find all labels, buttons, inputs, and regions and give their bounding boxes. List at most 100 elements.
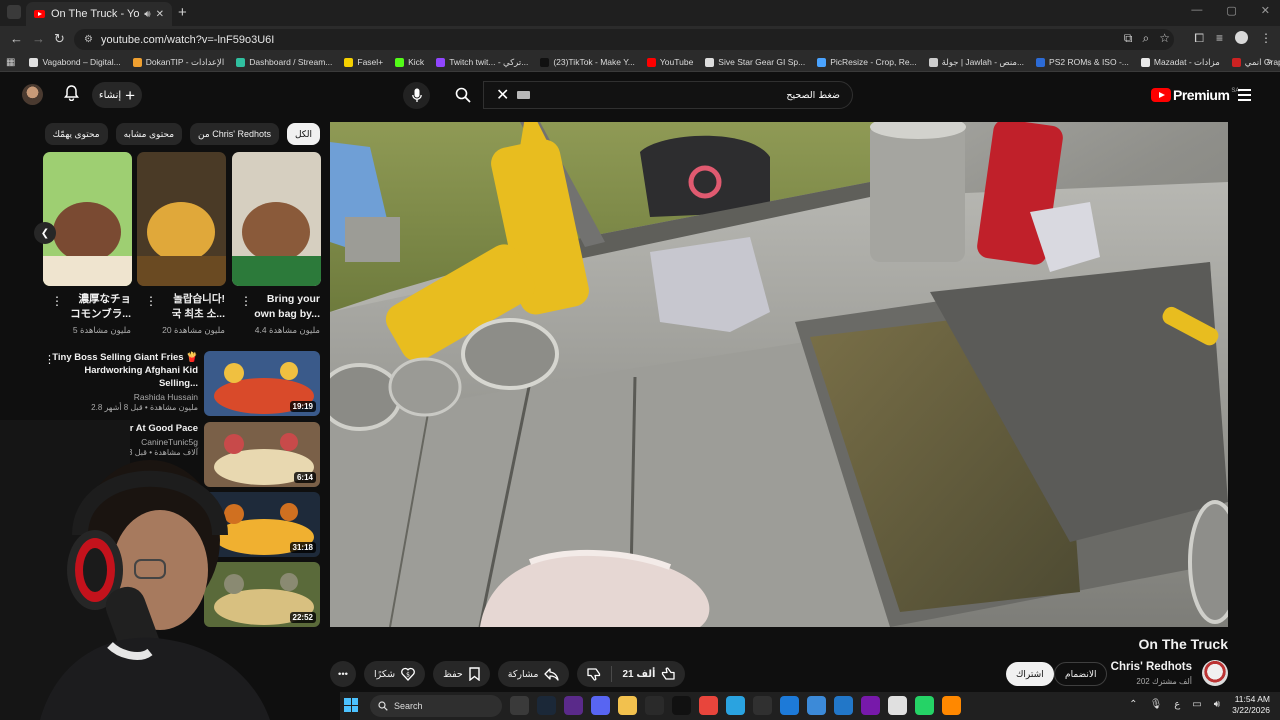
bookmark-favicon-icon [395,57,405,67]
bookmark-item[interactable]: جولة | Jawlah - منص... [928,57,1024,68]
windows-start-icon[interactable] [344,698,358,712]
bookmark-item[interactable]: (23)TikTok - Make Y... [540,57,635,67]
related-video-menu-icon[interactable]: ⋮ [44,353,55,366]
bookmark-star-icon[interactable]: ☆ [1159,31,1170,46]
vscode-icon[interactable] [834,696,853,715]
shorts-prev-button[interactable]: ❮ [34,222,56,244]
thumbs-up-icon [662,667,676,680]
filter-chip[interactable]: محتوى مشابه [115,123,183,145]
close-window-icon[interactable]: ✕ [1261,4,1270,17]
onenote-icon[interactable] [861,696,880,715]
bookmark-item[interactable]: Fasel+ [344,57,383,67]
bookmark-item[interactable]: Twitch twit... - تركي... [436,57,528,68]
short-thumbnail[interactable] [232,152,321,286]
search-button[interactable] [443,81,483,109]
related-video-channel[interactable]: Rashida Hussain [48,392,198,402]
extensions-icon[interactable]: ⧠ [1194,31,1204,46]
notifications-bell-icon[interactable] [64,85,79,105]
filter-chip[interactable]: محتوى يهمّك [44,123,108,145]
bookmarks-overflow-icon[interactable]: » [1266,56,1272,67]
media-controls-icon[interactable]: ≡ [1216,31,1223,46]
volume-icon[interactable]: 🔊︎ [1214,699,1220,710]
minimize-icon[interactable]: — [1191,4,1202,17]
channel-avatar[interactable] [1202,660,1228,686]
bookmark-item[interactable]: Dashboard / Stream... [236,57,332,67]
short-menu-icon[interactable]: ⋮ [51,294,63,308]
reload-icon[interactable]: ↻ [54,31,65,47]
tray-overflow-icon[interactable]: ⌃ [1129,699,1137,710]
keyboard-icon[interactable] [517,91,531,99]
speaker-icon[interactable]: 🔊︎ [144,9,150,20]
github-desktop-icon[interactable] [564,696,583,715]
short-menu-icon[interactable]: ⋮ [240,294,252,308]
search-input[interactable] [538,89,840,101]
task-view-icon[interactable] [510,696,529,715]
bookmark-item[interactable]: Mazadat - مزادات [1140,57,1220,68]
photos-icon[interactable] [807,696,826,715]
browser-tab-active[interactable]: On The Truck - YouTube 🔊︎ ✕ [26,2,172,26]
thanks-button[interactable]: شكرًا $ [364,661,426,687]
network-icon[interactable]: ▭ [1192,699,1201,710]
vlc-icon[interactable] [942,696,961,715]
url-bar[interactable]: ⚙︎ youtube.com/watch?v=-lnF59o3U6I [74,29,1174,50]
maximize-icon[interactable]: ▢ [1226,4,1236,17]
short-thumbnail[interactable] [137,152,226,286]
taskbar-search[interactable]: Search [370,695,502,717]
bookmark-item[interactable]: PicResize - Crop, Re... [817,57,917,67]
account-avatar[interactable] [22,84,43,105]
short-thumbnail[interactable] [43,152,132,286]
short-title[interactable]: 濃厚なチョ コモンブラ... [53,292,131,322]
bookmark-item[interactable]: DokanTIP - الإعدادات [132,57,224,68]
channel-name[interactable]: Chris' Redhots [1111,661,1192,673]
create-button[interactable]: إنشاء + [92,82,142,108]
new-tab-button[interactable]: + [178,4,187,21]
dislike-button[interactable] [577,661,611,687]
telegram-icon[interactable] [726,696,745,715]
forward-arrow-icon[interactable]: → [32,31,45,46]
guide-menu-icon[interactable] [1238,89,1251,104]
clear-search-icon[interactable]: ✕ [496,85,509,105]
youtube-premium-logo[interactable]: Premium SA [1151,87,1239,103]
bookmark-item[interactable]: YouTube [646,57,693,67]
short-title[interactable]: 놀랍습니다! 국 최초 소... [147,292,225,322]
install-app-icon[interactable]: ⧉ [1124,31,1133,46]
tab-search-button[interactable] [7,5,21,19]
video-player[interactable] [330,122,1228,627]
steam-icon[interactable] [537,696,556,715]
file-explorer-icon[interactable] [618,696,637,715]
terminal-icon[interactable] [672,696,691,715]
short-title[interactable]: Bring your own bag by... [242,292,320,322]
voice-search-button[interactable] [403,82,430,109]
filter-chip[interactable]: الكل [286,123,320,145]
share-button[interactable]: مشاركة [497,661,570,687]
input-language[interactable]: ع [1174,699,1180,710]
obs-icon[interactable] [753,696,772,715]
remote-desktop-icon[interactable] [780,696,799,715]
profile-avatar-icon[interactable] [1235,31,1248,44]
bookmark-item[interactable]: انمي Grappler Baki ... [1231,57,1280,68]
chrome-icon[interactable] [699,696,718,715]
filter-chip[interactable]: من Chris' Redhots [190,123,279,145]
bookmark-item[interactable]: Sive Star Gear GI Sp... [705,57,805,67]
related-video-item[interactable]: 19:19 Tiny Boss Selling Giant Fries 🍟 Har… [40,351,322,417]
zoom-icon[interactable]: ⌕ [1143,31,1150,46]
bookmark-item[interactable]: PS2 ROMs & ISO -... [1036,57,1129,67]
close-tab-icon[interactable]: ✕ [156,9,164,20]
site-info-icon[interactable]: ⚙︎ [84,34,93,45]
notion-icon[interactable] [888,696,907,715]
taskbar-clock[interactable]: 11:54 AM 3/22/2026 [1232,694,1270,716]
epic-games-icon[interactable] [645,696,664,715]
tray-mic-icon[interactable]: 🎙︎ [1150,699,1163,710]
save-button[interactable]: حفظ [433,661,490,687]
apps-grid-icon[interactable]: ▦ [6,57,15,68]
related-video-title[interactable]: Tiny Boss Selling Giant Fries 🍟 Hardwork… [48,351,198,390]
related-video-thumbnail[interactable]: 19:19 [204,351,320,416]
bookmark-item[interactable]: Kick [395,57,424,67]
discord-icon[interactable] [591,696,610,715]
browser-menu-icon[interactable]: ⋮ [1260,31,1272,46]
whatsapp-icon[interactable] [915,696,934,715]
back-arrow-icon[interactable]: ← [10,31,23,46]
short-menu-icon[interactable]: ⋮ [145,294,157,308]
bookmark-item[interactable]: Vagabond – Digital... [29,57,121,67]
like-button[interactable]: 21 ألف [612,661,685,687]
